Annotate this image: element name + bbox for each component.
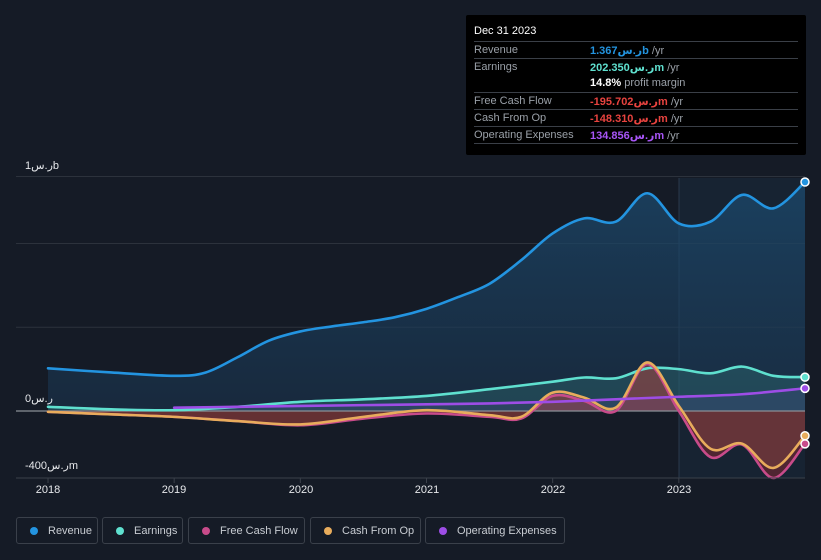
- legend-label: Cash From Op: [342, 524, 415, 537]
- tooltip-value: 134.856ر.سm /yr: [590, 130, 680, 142]
- x-ticks: [47, 478, 680, 483]
- cash-from-op-endpoint: [800, 431, 810, 441]
- legend-item-revenue[interactable]: Revenue: [16, 517, 98, 544]
- free-cash-flow-endpoint: [800, 439, 810, 449]
- tooltip-value: -195.702ر.سm /yr: [590, 96, 684, 108]
- y-tick-label: 1ر.سb: [25, 160, 60, 172]
- tooltip-label: Free Cash Flow: [474, 95, 552, 107]
- legend-dot-icon: [202, 526, 210, 535]
- y-tick-label: -400ر.سm: [25, 460, 78, 472]
- tooltip-row-margin: 14.8% profit margin: [474, 75, 798, 92]
- tooltip-label: Cash From Op: [474, 112, 547, 124]
- legend-dot-icon: [30, 526, 38, 535]
- x-tick-label: 2018: [35, 484, 61, 496]
- legend-item-earnings[interactable]: Earnings: [102, 517, 183, 544]
- tooltip: Dec 31 2023 Revenue 1.367ر.سb /yr Earnin…: [466, 15, 806, 155]
- tooltip-label: Operating Expenses: [474, 129, 574, 141]
- tooltip-divider: [474, 143, 798, 144]
- tooltip-row-revenue: Revenue 1.367ر.سb /yr: [474, 41, 798, 59]
- tooltip-value: 202.350ر.سm /yr: [590, 62, 680, 74]
- y-tick-label: 0ر.س: [25, 393, 53, 405]
- x-tick-label: 2021: [414, 484, 440, 496]
- tooltip-row-opex: Operating Expenses 134.856ر.سm /yr: [474, 126, 798, 144]
- tooltip-label: Revenue: [474, 44, 519, 56]
- legend-dot-icon: [324, 526, 332, 535]
- x-tick-label: 2020: [288, 484, 314, 496]
- legend-label: Operating Expenses: [457, 524, 557, 537]
- tooltip-date: Dec 31 2023: [474, 25, 537, 37]
- earnings-endpoint: [800, 372, 810, 382]
- tooltip-value: 14.8% profit margin: [590, 77, 686, 89]
- tooltip-label: Earnings: [474, 61, 518, 73]
- legend-item-cash-from-op[interactable]: Cash From Op: [310, 517, 421, 544]
- tooltip-row-fcf: Free Cash Flow -195.702ر.سm /yr: [474, 92, 798, 110]
- legend-item-operating-expenses[interactable]: Operating Expenses: [425, 517, 565, 544]
- operating-expenses-endpoint: [800, 383, 810, 394]
- legend-label: Earnings: [134, 524, 178, 537]
- legend-dot-icon: [439, 526, 447, 535]
- revenue-endpoint: [800, 177, 810, 187]
- x-tick-label: 2023: [666, 484, 692, 496]
- tooltip-value: -148.310ر.سm /yr: [590, 113, 684, 125]
- tooltip-row-cfo: Cash From Op -148.310ر.سm /yr: [474, 109, 798, 127]
- legend-label: Revenue: [48, 524, 93, 537]
- tooltip-row-earnings: Earnings 202.350ر.سm /yr: [474, 58, 798, 76]
- tooltip-value: 1.367ر.سb /yr: [590, 45, 665, 57]
- x-tick-label: 2019: [161, 484, 187, 496]
- legend-item-free-cash-flow[interactable]: Free Cash Flow: [188, 517, 305, 544]
- legend-dot-icon: [116, 526, 124, 535]
- legend-label: Free Cash Flow: [220, 524, 298, 537]
- x-tick-label: 2022: [540, 484, 566, 496]
